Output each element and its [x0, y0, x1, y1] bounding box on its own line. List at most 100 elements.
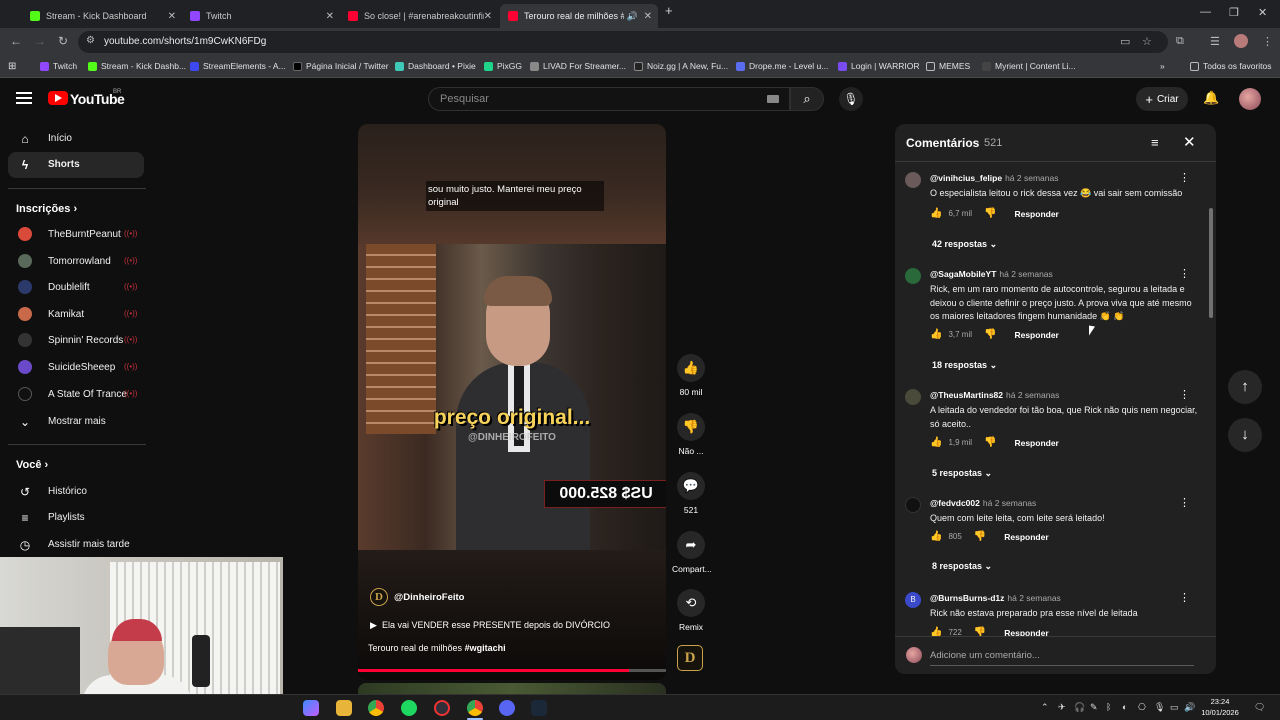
- sidebar-sub-theburntpeanut[interactable]: TheBurntPeanut ((•)): [8, 222, 144, 248]
- replies-toggle[interactable]: 42 respostas ⌄: [932, 239, 997, 250]
- channel-avatar-small[interactable]: D: [677, 645, 703, 671]
- sort-icon[interactable]: ≡: [1151, 135, 1159, 150]
- user-avatar[interactable]: [905, 172, 921, 188]
- extensions-icon[interactable]: ⧉: [1176, 35, 1184, 48]
- voice-search-button[interactable]: 🎙: [839, 87, 863, 111]
- tray-app-icon[interactable]: ⎔: [1138, 702, 1146, 713]
- bookmark-item[interactable]: Stream - Kick Dashb...: [88, 61, 186, 71]
- sidebar-item-historico[interactable]: ↺ Histórico: [8, 479, 144, 505]
- copilot-icon[interactable]: [303, 700, 319, 716]
- notification-center-icon[interactable]: 🗨: [1254, 702, 1265, 713]
- video-hashtag[interactable]: #wgitachi: [465, 643, 506, 653]
- video-channel[interactable]: D @DinheiroFeito: [370, 588, 465, 606]
- bookmark-item[interactable]: Drope.me - Level u...: [736, 61, 828, 71]
- sidebar-show-more[interactable]: ⌄ Mostrar mais: [8, 409, 144, 435]
- video-progress-bar[interactable]: [358, 669, 666, 672]
- bookmark-folder[interactable]: MEMES: [926, 61, 970, 71]
- replies-toggle[interactable]: 8 respostas ⌄: [932, 561, 992, 572]
- all-bookmarks-button[interactable]: Todos os favoritos: [1190, 61, 1272, 71]
- profile-avatar[interactable]: [1234, 34, 1248, 48]
- comment-menu-icon[interactable]: ⋮: [1179, 171, 1190, 184]
- back-icon[interactable]: ←: [10, 34, 22, 48]
- related-playlist-link[interactable]: ▶ Ela vai VENDER esse PRESENTE depois do…: [370, 620, 610, 631]
- remix-button[interactable]: ⟲ Remix: [672, 589, 710, 632]
- sidebar-sub-spinnin-records[interactable]: Spinnin' Records ((•)): [8, 328, 144, 354]
- bookmark-item[interactable]: Myrient | Content Li...: [982, 61, 1076, 71]
- comment-menu-icon[interactable]: ⋮: [1179, 591, 1190, 604]
- replies-toggle[interactable]: 5 respostas ⌄: [932, 468, 992, 479]
- bookmark-item[interactable]: Login | WARRIOR: [838, 61, 920, 71]
- chrome-profile-icon[interactable]: [467, 700, 483, 716]
- sidebar-sub-kamikat[interactable]: Kamikat ((•)): [8, 302, 144, 328]
- headset-icon[interactable]: 🎧: [1074, 702, 1085, 713]
- more-bookmarks-icon[interactable]: »: [1160, 61, 1165, 71]
- sidebar-sub-doublelift[interactable]: Doublelift ((•)): [8, 275, 144, 301]
- like-icon[interactable]: 👍: [930, 208, 942, 219]
- volume-icon[interactable]: 🔊: [1184, 702, 1195, 713]
- bookmark-item[interactable]: LIVAD For Streamer...: [530, 61, 626, 71]
- close-tab-icon[interactable]: ✕: [484, 11, 492, 22]
- keyboard-icon[interactable]: [767, 95, 779, 103]
- reply-button[interactable]: Responder: [1004, 532, 1048, 542]
- close-tab-icon[interactable]: ✕: [168, 11, 176, 22]
- notifications-bell-icon[interactable]: 🔔: [1203, 90, 1219, 106]
- like-button[interactable]: 👍 80 mil: [672, 354, 710, 397]
- like-icon[interactable]: 👍: [930, 437, 942, 448]
- system-clock[interactable]: 23:24 10/01/2026: [1198, 696, 1242, 718]
- spotify-icon[interactable]: [401, 700, 417, 716]
- channel-name[interactable]: @DinheiroFeito: [394, 592, 465, 603]
- comment-menu-icon[interactable]: ⋮: [1179, 388, 1190, 401]
- reply-button[interactable]: Responder: [1004, 628, 1048, 637]
- speaker-icon[interactable]: 🔊: [627, 11, 638, 22]
- comment-menu-icon[interactable]: ⋮: [1179, 267, 1190, 280]
- tray-app-icon[interactable]: ✈: [1058, 702, 1066, 713]
- dislike-icon[interactable]: 👎: [984, 208, 996, 219]
- reply-button[interactable]: Responder: [1014, 438, 1058, 448]
- next-short-button[interactable]: ↓: [1228, 418, 1262, 452]
- network-icon[interactable]: ▭: [1170, 702, 1179, 713]
- bookmark-item[interactable]: Twitch: [40, 61, 77, 71]
- comment-menu-icon[interactable]: ⋮: [1179, 496, 1190, 509]
- comment-author[interactable]: @SagaMobileYT há 2 semanas: [930, 269, 1053, 279]
- forward-icon[interactable]: →: [34, 34, 46, 48]
- tray-app-icon[interactable]: ◐: [1122, 702, 1127, 712]
- close-icon[interactable]: ✕: [1183, 133, 1196, 151]
- close-window-icon[interactable]: ✕: [1258, 6, 1267, 19]
- comments-button[interactable]: 💬 521: [672, 472, 710, 515]
- apps-icon[interactable]: ⊞: [8, 61, 16, 72]
- reload-icon[interactable]: ↻: [58, 34, 68, 48]
- new-tab-icon[interactable]: +: [665, 3, 673, 18]
- bookmark-item[interactable]: PixGG: [484, 61, 522, 71]
- cast-icon[interactable]: ▭: [1120, 35, 1130, 48]
- dislike-button[interactable]: 👎 Não ...: [672, 413, 710, 456]
- hamburger-menu-icon[interactable]: [16, 92, 32, 104]
- add-comment-input[interactable]: Adicione um comentário...: [930, 650, 1040, 661]
- bookmark-star-icon[interactable]: ☆: [1142, 35, 1152, 48]
- file-explorer-icon[interactable]: [336, 700, 352, 716]
- like-icon[interactable]: 👍: [930, 531, 942, 542]
- comments-list[interactable]: @vinihcius_felipe há 2 semanas ⋮ O especi…: [895, 162, 1216, 636]
- restore-icon[interactable]: ❐: [1229, 6, 1239, 19]
- comment-author[interactable]: @TheusMartins82 há 2 semanas: [930, 390, 1059, 400]
- comment-author[interactable]: @fedvdc002 há 2 semanas: [930, 498, 1036, 508]
- browser-tab-kick[interactable]: Stream - Kick Dashboard ✕: [22, 4, 182, 28]
- channel-avatar[interactable]: D: [370, 588, 388, 606]
- url-field[interactable]: ⚙ youtube.com/shorts/1m9CwKN6FDg: [78, 31, 1168, 53]
- browser-tab-twitch[interactable]: Twitch ✕: [182, 4, 340, 28]
- sidebar-item-playlists[interactable]: ≡ Playlists: [8, 505, 144, 531]
- tray-overflow-icon[interactable]: ⌃: [1041, 702, 1049, 713]
- account-avatar[interactable]: [1239, 88, 1261, 110]
- reply-button[interactable]: Responder: [1014, 209, 1058, 219]
- bookmark-item[interactable]: Noiz.gg | A New, Fu...: [634, 61, 728, 71]
- youtube-logo-icon[interactable]: [48, 91, 68, 105]
- sidebar-sub-suicidesheeep[interactable]: SuicideSheeep ((•)): [8, 355, 144, 381]
- dislike-icon[interactable]: 👎: [974, 627, 986, 636]
- discord-icon[interactable]: [499, 700, 515, 716]
- subscriptions-heading[interactable]: Inscrições ›: [16, 203, 77, 215]
- tray-app-icon[interactable]: ✎: [1090, 702, 1098, 713]
- share-button[interactable]: ➦ Compart...: [672, 531, 712, 574]
- create-button[interactable]: + Criar: [1136, 87, 1188, 111]
- bookmark-item[interactable]: Página Inicial / Twitter: [293, 61, 389, 71]
- shorts-video-player[interactable]: sou muito justo. Manterei meu preço orig…: [358, 124, 666, 680]
- dislike-icon[interactable]: 👎: [974, 531, 986, 542]
